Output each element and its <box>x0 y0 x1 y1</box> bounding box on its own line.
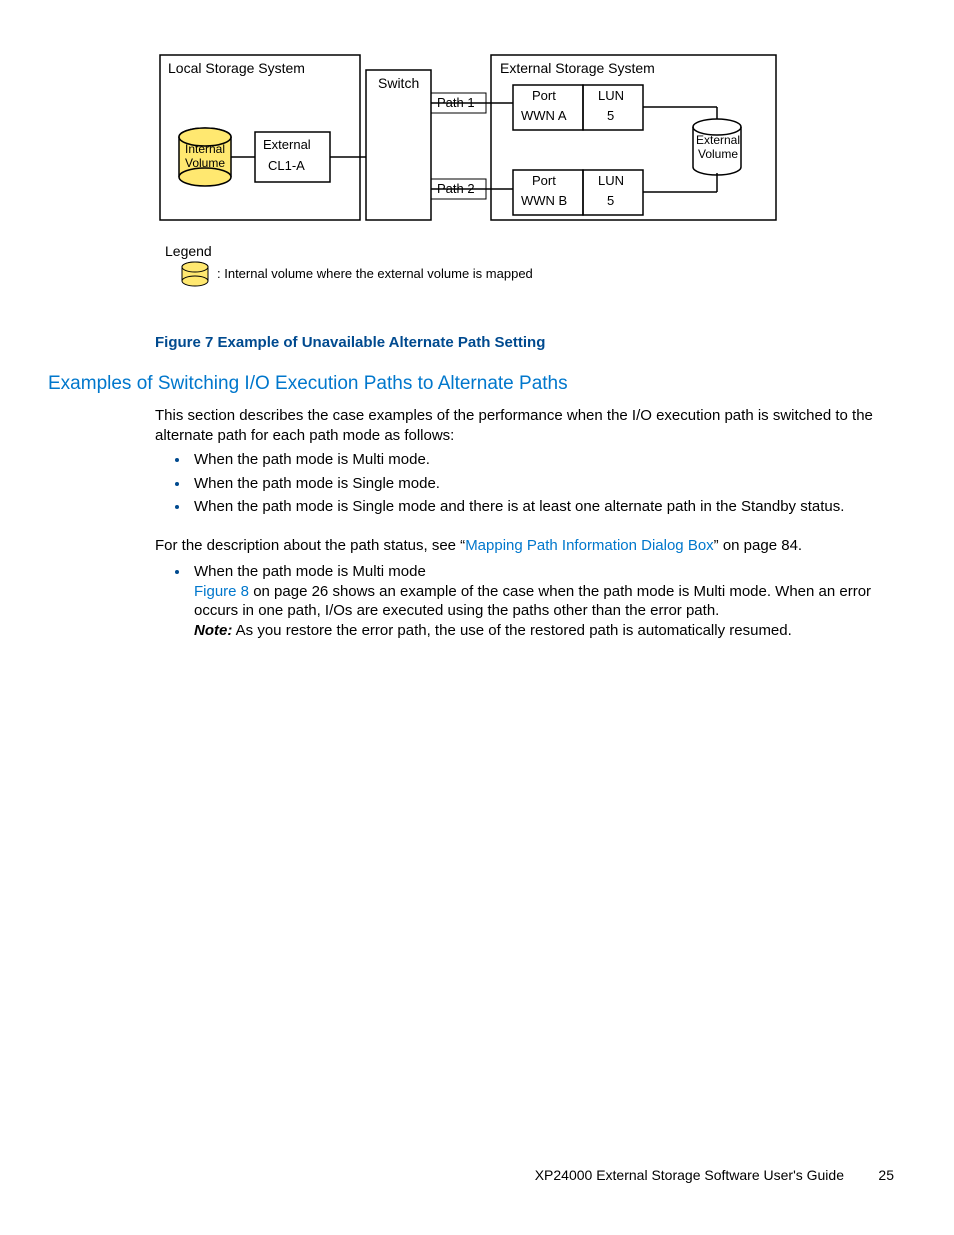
note-text: As you restore the error path, the use o… <box>232 622 791 639</box>
label-path2: Path 2 <box>437 181 475 196</box>
label-legend-title: Legend <box>165 243 212 259</box>
link-figure-8[interactable]: Figure 8 <box>194 583 249 600</box>
document-page: Local Storage System Internal Volume Ext… <box>0 0 954 1235</box>
label-switch: Switch <box>378 75 419 91</box>
figure-caption: Figure 7 Example of Unavailable Alternat… <box>155 334 545 351</box>
label-wwna: WWN A <box>521 108 567 123</box>
bullet-list-2: When the path mode is Multi mode Figure … <box>170 562 890 644</box>
desc-post: ” on page 84. <box>714 537 802 554</box>
bullet-list-1: When the path mode is Multi mode. When t… <box>170 450 890 521</box>
figure-diagram: Local Storage System Internal Volume Ext… <box>155 45 805 305</box>
section-heading: Examples of Switching I/O Execution Path… <box>48 373 568 395</box>
label-internal-volume: Internal Volume <box>184 142 226 170</box>
label-lun1: LUN <box>598 88 624 103</box>
label-wwnb: WWN B <box>521 193 567 208</box>
link-mapping-path[interactable]: Mapping Path Information Dialog Box <box>465 537 713 554</box>
footer-doc-title: XP24000 External Storage Software User's… <box>535 1167 844 1183</box>
description-paragraph: For the description about the path statu… <box>155 536 895 556</box>
list-item: When the path mode is Single mode. <box>190 474 890 494</box>
label-path1: Path 1 <box>437 95 475 110</box>
footer-page-number: 25 <box>878 1167 894 1183</box>
label-port1: Port <box>532 88 556 103</box>
label-cl1a: CL1-A <box>268 158 305 173</box>
label-external: External <box>263 137 311 152</box>
second-bullet-heading: When the path mode is Multi mode <box>194 563 426 580</box>
label-lun2: LUN <box>598 173 624 188</box>
label-external-volume: External Volume <box>696 133 740 161</box>
list-item: When the path mode is Multi mode. <box>190 450 890 470</box>
label-external-system: External Storage System <box>500 60 655 76</box>
label-local-system: Local Storage System <box>168 60 305 76</box>
second-bullet-line1: on page 26 shows an example of the case … <box>194 583 871 620</box>
intro-paragraph: This section describes the case examples… <box>155 406 895 445</box>
label-port2: Port <box>532 173 556 188</box>
note-label: Note: <box>194 622 232 639</box>
desc-pre: For the description about the path statu… <box>155 537 465 554</box>
label-legend-text: : Internal volume where the external vol… <box>217 266 533 281</box>
list-item: When the path mode is Single mode and th… <box>190 497 890 517</box>
label-lunval2: 5 <box>607 193 614 208</box>
list-item: When the path mode is Multi mode Figure … <box>190 562 890 640</box>
label-lunval1: 5 <box>607 108 614 123</box>
